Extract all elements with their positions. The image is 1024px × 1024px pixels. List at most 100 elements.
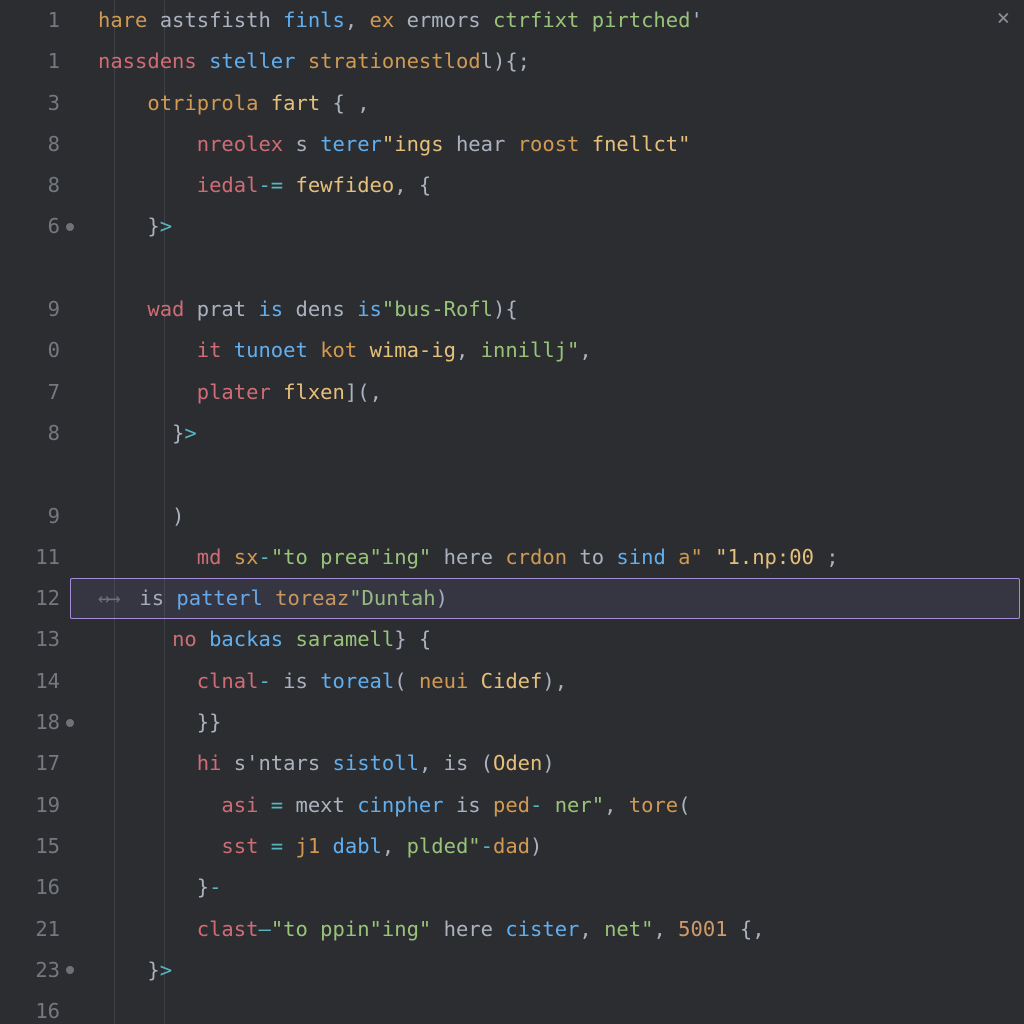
code-line[interactable]: it tunoet kot wima-ig, innillj", [98,330,1024,371]
token: backas [209,627,295,651]
code-area[interactable]: × hare astsfisth finls, ex ermors ctrfix… [70,0,1024,1024]
token: } { [394,627,431,651]
code-line[interactable]: sst = j1 dabl, plded"-dad) [98,826,1024,867]
token: flxen [283,380,345,404]
token: "bus-Rofl [382,297,493,321]
code-line[interactable]: no backas saramell} { [98,619,1024,660]
token: hi [197,751,234,775]
code-line[interactable]: }> [98,206,1024,247]
token: > [184,421,196,445]
token: ( [678,793,690,817]
token: j1 [295,834,332,858]
token: asi [221,793,270,817]
token: dens [296,297,358,321]
token: ), [542,669,567,693]
token: — [258,917,270,941]
token: is [456,793,493,817]
token: } [98,214,160,238]
code-line[interactable]: otriprola fart { , [98,83,1024,124]
code-line[interactable]: }} [98,702,1024,743]
token: hear [456,132,518,156]
token: , [370,380,382,404]
token: astsfisth [160,8,283,32]
token [98,917,197,941]
token: - [258,669,283,693]
token: sind [616,545,678,569]
code-line[interactable]: hi s'ntars sistoll, is (Oden) [98,743,1024,784]
token: } [98,958,160,982]
token: hare [98,8,160,32]
code-editor[interactable]: 113886907891112131418171915162123162225 … [0,0,1024,1024]
code-line[interactable]: ) [98,496,1024,537]
token: "Duntah [349,586,435,610]
token: here [431,917,505,941]
code-line[interactable]: }> [98,950,1024,991]
token: is [283,669,320,693]
token: }} [98,710,221,734]
token: wima-ig [370,338,456,362]
token: ermors [407,8,493,32]
line-number: 14 [0,661,60,702]
code-line[interactable]: md sx-"to prea"ing" here crdon to sind a… [98,537,1024,578]
token: , is ( [419,751,493,775]
token: } [98,875,209,899]
line-number: 1 [0,0,60,41]
token: 5001 [678,917,727,941]
code-line[interactable]: nreolex s terer"ings hear roost fnellct" [98,124,1024,165]
token: strationestlod [308,49,481,73]
token: sst [221,834,270,858]
token [98,173,197,197]
token: it [197,338,234,362]
line-number: 8 [0,124,60,165]
token: = [271,793,296,817]
token: dabl [333,834,382,858]
token: nassdens [98,49,209,73]
token [98,793,221,817]
code-line[interactable]: clast—"to ppin"ing" here cister, net", 5… [98,909,1024,950]
code-line[interactable]: clnal- is toreal( neui Cidef), [98,661,1024,702]
token [98,132,197,156]
line-number: 9 [0,289,60,330]
code-line[interactable]: }> [98,413,1024,454]
code-line[interactable]: iedal-= fewfideo, { [98,165,1024,206]
token: s [296,132,321,156]
token: , [579,917,604,941]
token: , [579,338,591,362]
line-number: 9 [0,496,60,537]
code-line[interactable] [98,248,1024,289]
token: , [345,8,370,32]
line-number: 6 [0,206,60,247]
line-number: 13 [0,619,60,660]
token: ) [542,751,554,775]
token: - [530,793,555,817]
token: nreolex [197,132,296,156]
token: - [209,875,221,899]
token: - [258,545,270,569]
token [98,91,147,115]
token: md [197,545,234,569]
token: "ings [382,132,456,156]
code-line[interactable] [98,991,1024,1024]
line-number: 16 [0,991,60,1024]
code-line[interactable]: hare astsfisth finls, ex ermors ctrfixt … [98,0,1024,41]
token: net" [604,917,653,941]
code-line[interactable]: ↔→ is patterl toreaz"Duntah) [98,578,1024,619]
token: l){; [481,49,530,73]
token: - [481,834,493,858]
token: "1.np:00 [715,545,814,569]
line-number-gutter: 113886907891112131418171915162123162225 [0,0,70,1024]
token: > [160,214,172,238]
token: , [604,793,629,817]
token: "to prea"ing" [271,545,431,569]
code-line[interactable]: asi = mext cinpher is ped- ner", tore( [98,785,1024,826]
code-line[interactable]: plater flxen](, [98,372,1024,413]
token: saramell [296,627,395,651]
token: cinpher [357,793,456,817]
code-line[interactable] [98,454,1024,495]
token: , [653,917,678,941]
code-line[interactable]: }- [98,867,1024,908]
token [98,751,197,775]
code-line[interactable]: nassdens steller strationestlodl){; [98,41,1024,82]
line-number: 23 [0,950,60,991]
code-line[interactable]: wad prat is dens is"bus-Rofl){ [98,289,1024,330]
